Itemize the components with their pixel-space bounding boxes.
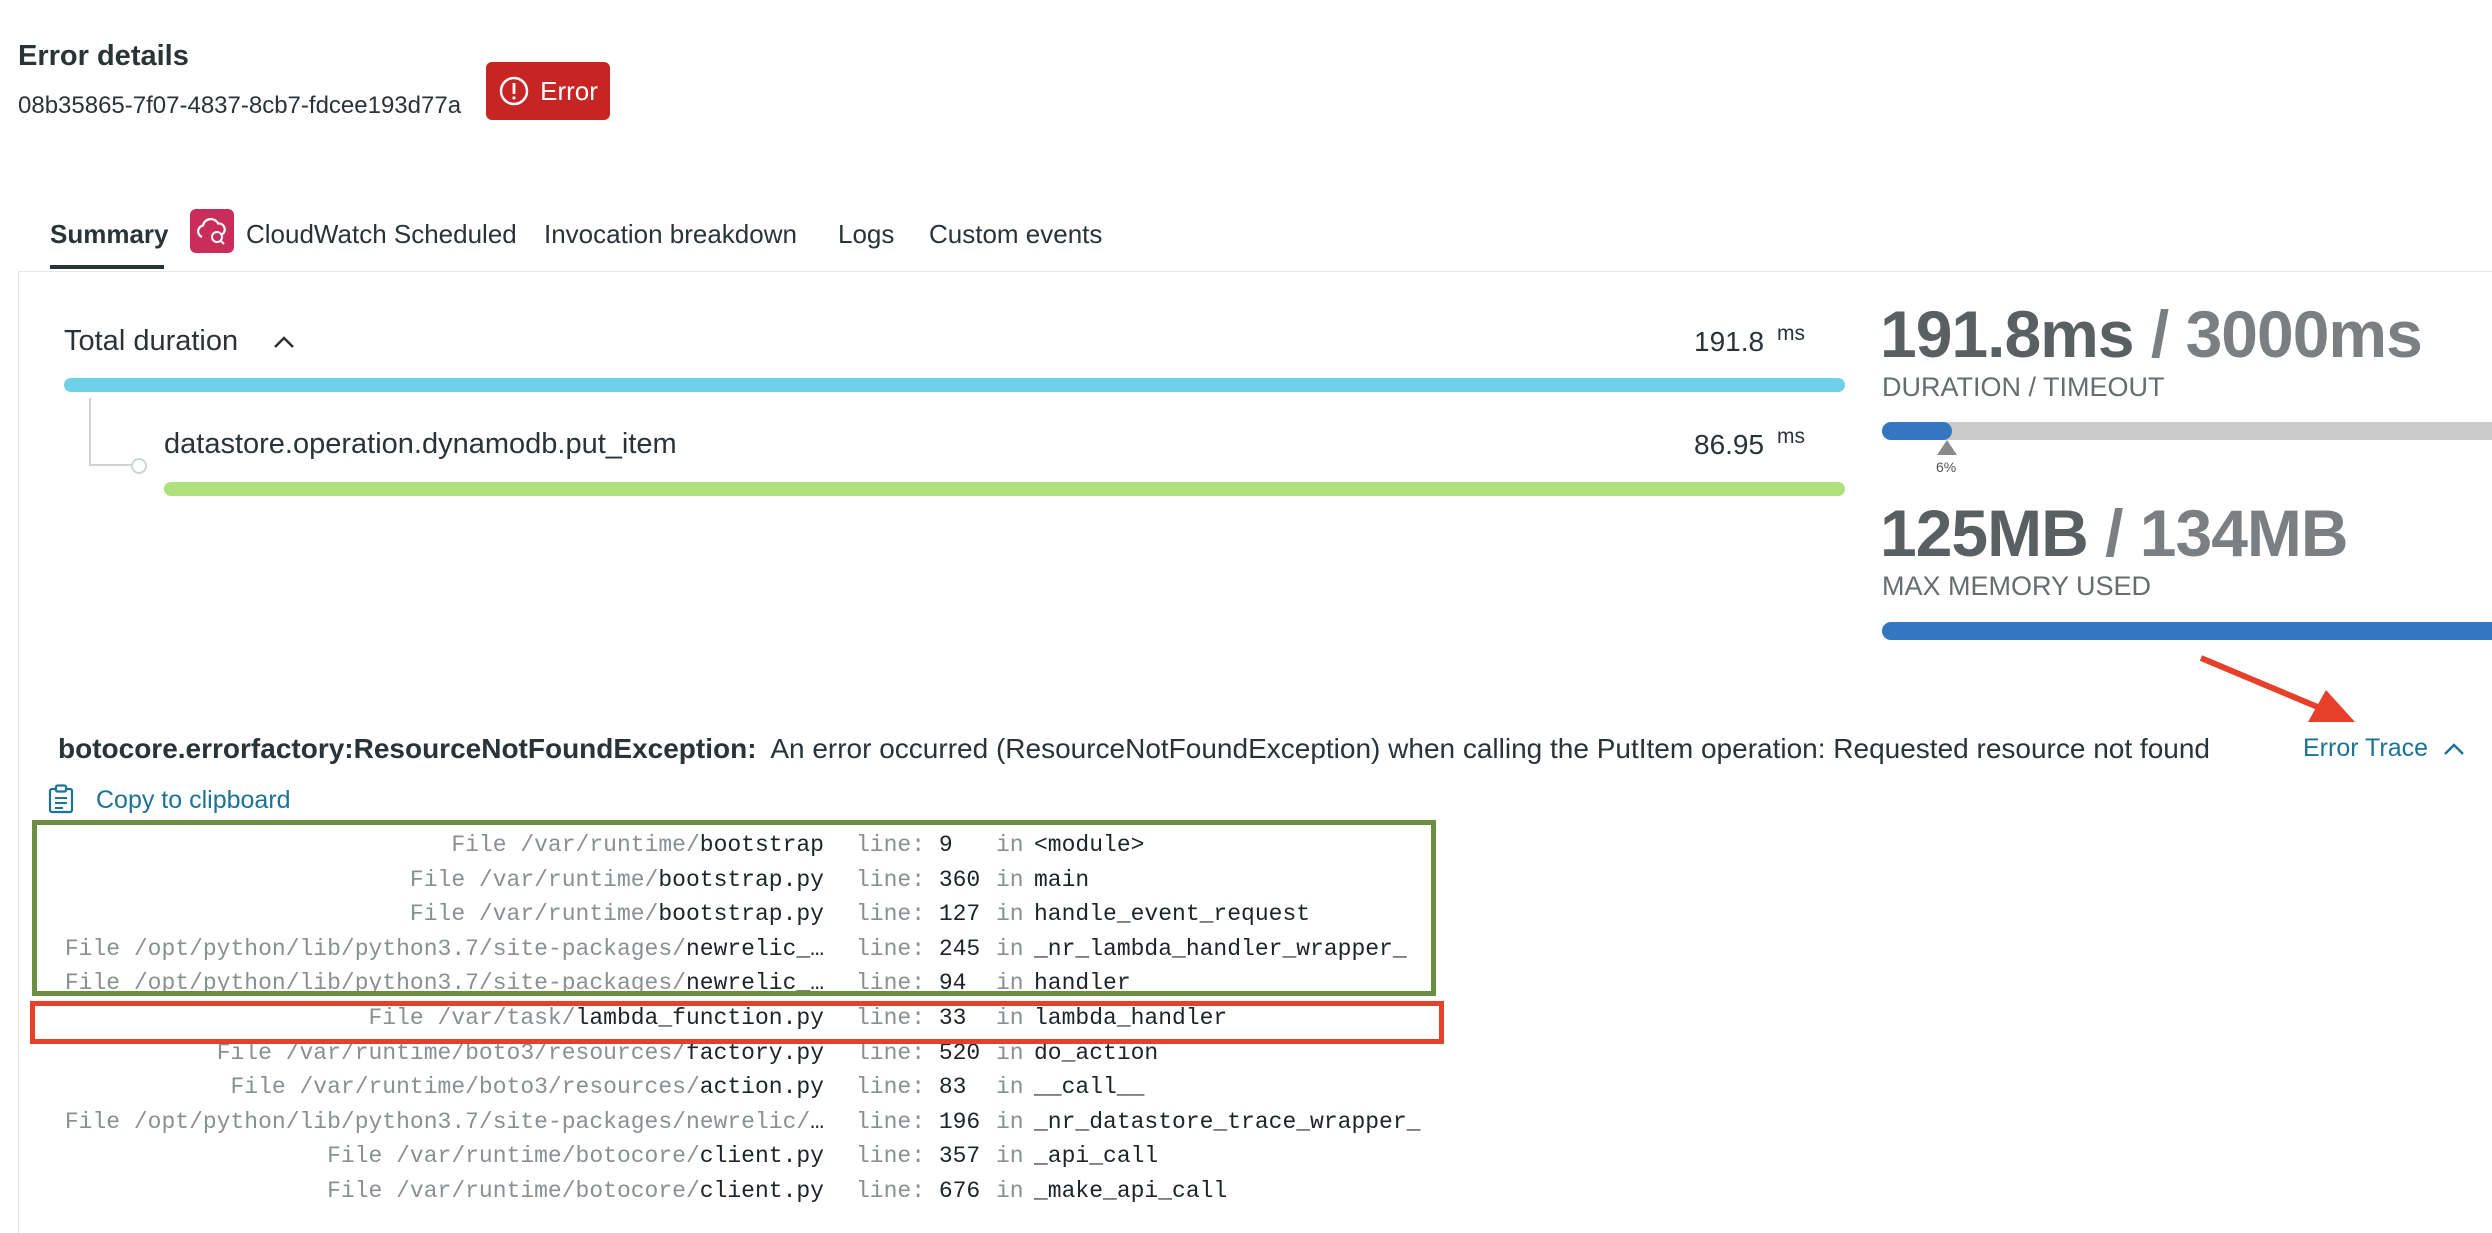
segment-label: datastore.operation.dynamodb.put_item: [164, 428, 677, 460]
duration-separator: /: [2133, 297, 2186, 371]
frame-line-number: 83: [938, 1074, 967, 1101]
status-badge: Error: [486, 62, 610, 120]
exception-line: botocore.errorfactory:ResourceNotFoundEx…: [58, 733, 2210, 765]
frame-line-number: 196: [938, 1108, 981, 1135]
clipboard-icon[interactable]: [48, 784, 74, 814]
stack-frame-row: File /var/runtime/boto3/resources/action…: [34, 1074, 1454, 1108]
tab-summary[interactable]: Summary: [50, 219, 169, 250]
error-trace-toggle[interactable]: Error Trace: [2303, 734, 2428, 763]
duration-timeout-stat: 191.8ms / 3000ms: [1880, 296, 2423, 372]
stack-frame-row: File /var/runtime/botocore/client.py line…: [34, 1143, 1454, 1177]
frame-file: File /opt/python/lib/python3.7/site-pack…: [34, 1109, 824, 1135]
memory-stat: 125MB / 134MB: [1880, 495, 2349, 571]
frame-line-number: 357: [938, 1143, 981, 1170]
memory-separator: /: [2087, 496, 2140, 570]
total-duration-value: 191.8: [1694, 326, 1765, 357]
tab-cloudwatch-scheduled[interactable]: CloudWatch Scheduled: [246, 219, 517, 250]
segment-duration-unit: ms: [1777, 425, 1805, 448]
memory-progress-fill: [1882, 622, 2492, 640]
copy-to-clipboard-link[interactable]: Copy to clipboard: [96, 786, 291, 815]
exception-name: botocore.errorfactory:ResourceNotFoundEx…: [58, 733, 757, 764]
duration-progress-track: [1882, 422, 2492, 440]
tab-invocation-breakdown[interactable]: Invocation breakdown: [544, 219, 797, 250]
duration-progress-fill: [1882, 422, 1952, 440]
frame-line-key: line:: [856, 1074, 926, 1101]
tree-connector: [89, 464, 134, 466]
duration-used: 191.8ms: [1880, 297, 2135, 371]
tree-connector: [89, 398, 91, 464]
frame-in-key: in: [996, 1143, 1024, 1170]
error-id: 08b35865-7f07-4837-8cb7-fdcee193d77a: [18, 92, 462, 119]
frame-in-key: in: [996, 1108, 1024, 1135]
stack-frame-row: File /var/runtime/botocore/client.py line…: [34, 1178, 1454, 1212]
total-duration-unit: ms: [1777, 322, 1805, 345]
duration-timeout: 3000ms: [2185, 297, 2423, 371]
status-badge-label: Error: [540, 75, 598, 106]
frame-file: File /var/runtime/botocore/client.py: [34, 1143, 824, 1169]
frame-line-key: line:: [856, 1178, 926, 1204]
frame-line-key: line:: [856, 1108, 926, 1135]
frame-filename: …: [810, 1108, 824, 1135]
frame-path: File /var/runtime/boto3/resources/: [230, 1074, 700, 1101]
frame-line-key: line:: [856, 1143, 926, 1170]
frame-line-number: 676: [938, 1178, 981, 1204]
page-title: Error details: [18, 40, 189, 72]
tab-bar: Summary CloudWatch Scheduled Invocation …: [0, 205, 2492, 271]
tab-logs[interactable]: Logs: [838, 219, 894, 250]
frame-filename: client.py: [699, 1143, 824, 1170]
frame-line: line: 676: [856, 1178, 1016, 1204]
duration-marker-icon: [1937, 440, 1957, 455]
frame-path: File /opt/python/lib/python3.7/site-pack…: [64, 1108, 811, 1135]
frame-line: line: 357: [856, 1143, 1016, 1169]
frame-path: File /var/runtime/botocore/: [327, 1143, 700, 1170]
active-tab-indicator: [50, 265, 164, 269]
frame-function: _api_call: [1034, 1143, 1159, 1170]
frame-function: _nr_datastore_trace_wrapper_: [1034, 1108, 1421, 1135]
frame-filename: action.py: [699, 1074, 824, 1101]
frame-filename: client.py: [699, 1178, 824, 1204]
tab-custom-events[interactable]: Custom events: [929, 219, 1102, 250]
frame-file: File /var/runtime/botocore/client.py: [34, 1178, 824, 1204]
frame-path: File /var/runtime/botocore/: [327, 1178, 700, 1204]
duration-percent: 6%: [1936, 459, 1957, 475]
frame-in-key: in: [996, 1074, 1024, 1101]
stack-frame-row: File /var/runtime/boto3/resources/factor…: [34, 1040, 1454, 1074]
segment-duration-bar: [164, 482, 1845, 496]
memory-used: 125MB: [1880, 496, 2089, 570]
memory-total: 134MB: [2139, 496, 2349, 570]
frame-file: File /var/runtime/boto3/resources/action…: [34, 1074, 824, 1100]
frame-in-key: in: [996, 1178, 1024, 1204]
total-duration-bar: [64, 378, 1845, 392]
annotation-highlight-green: [32, 820, 1436, 996]
frame-function: _make_api_call: [1034, 1178, 1228, 1204]
frame-line: line: 83: [856, 1074, 1016, 1100]
frame-line: line: 196: [856, 1109, 1016, 1135]
frame-function: __call__: [1034, 1074, 1145, 1101]
segment-duration-value: 86.95: [1694, 429, 1765, 460]
chevron-up-icon[interactable]: [2443, 742, 2465, 756]
alert-circle-icon: [499, 76, 529, 106]
cloudwatch-icon: [190, 209, 234, 253]
chevron-up-icon[interactable]: [272, 334, 296, 350]
stack-frame-row: File /opt/python/lib/python3.7/site-pack…: [34, 1109, 1454, 1143]
annotation-highlight-red: [30, 1001, 1444, 1044]
tree-node-icon: [131, 458, 147, 474]
duration-caption: DURATION / TIMEOUT: [1882, 372, 2165, 402]
total-duration-label[interactable]: Total duration: [64, 325, 238, 358]
exception-message: An error occurred (ResourceNotFoundExcep…: [770, 733, 2211, 764]
annotation-arrow-icon: [2199, 655, 2355, 722]
memory-caption: MAX MEMORY USED: [1882, 571, 2152, 601]
